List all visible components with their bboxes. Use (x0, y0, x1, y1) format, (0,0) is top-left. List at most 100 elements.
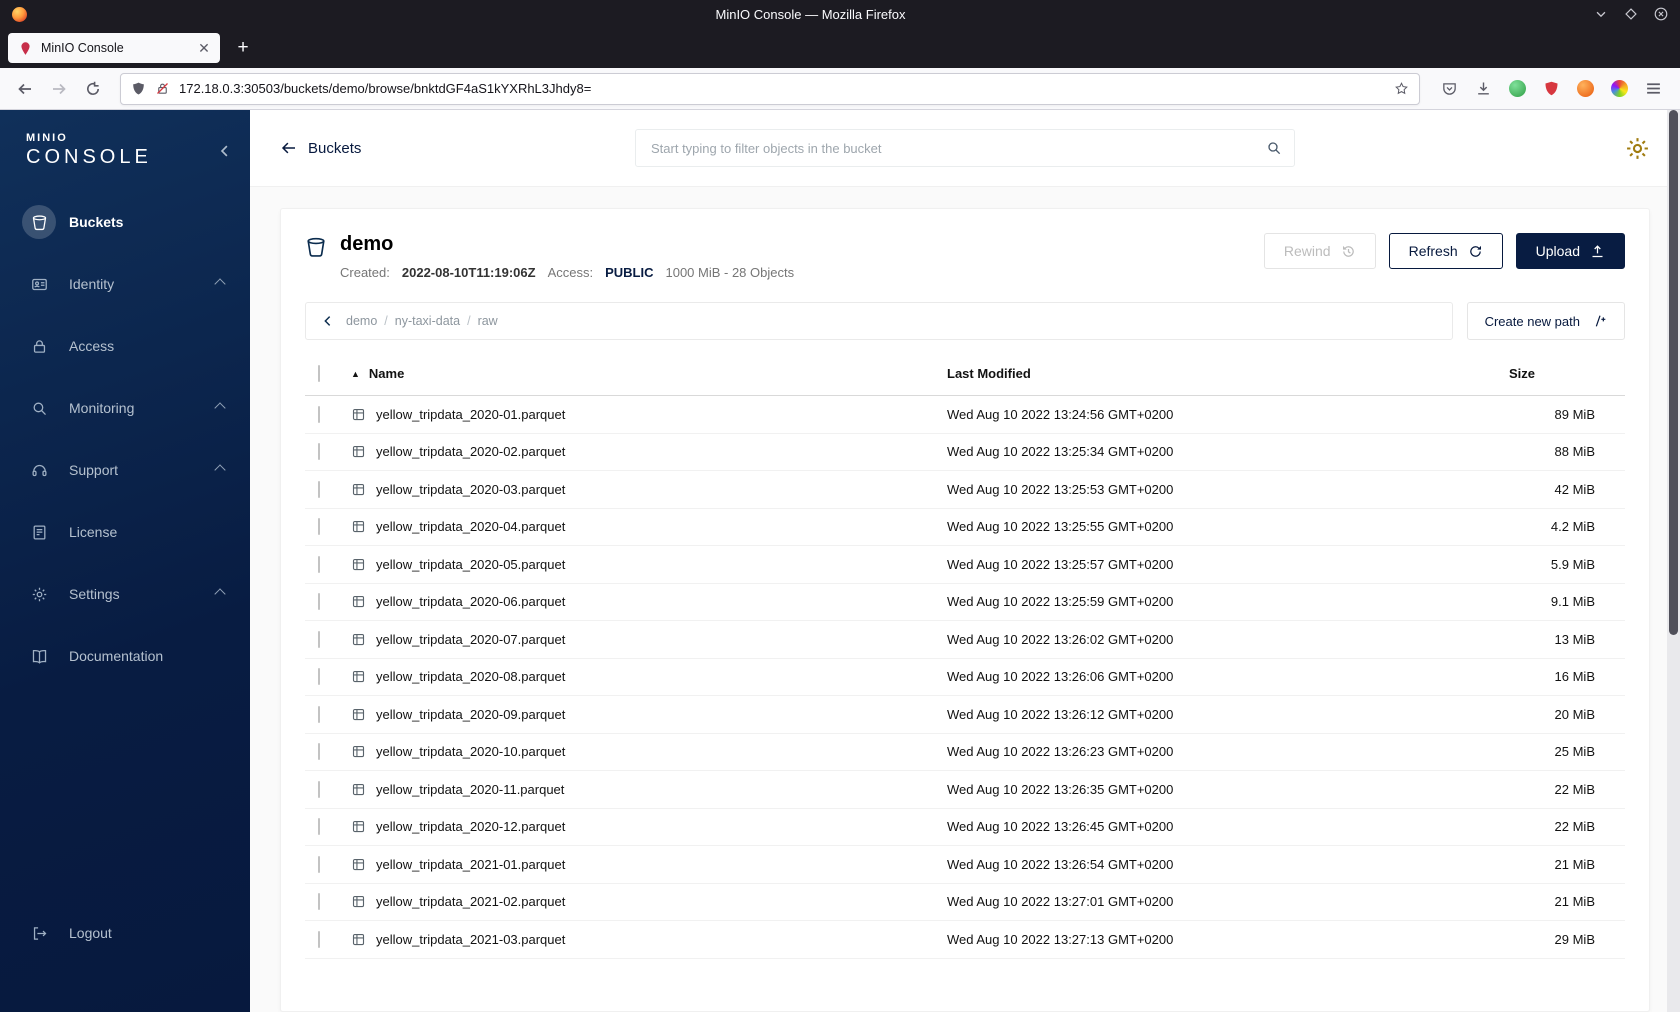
back-button[interactable] (10, 74, 40, 104)
row-checkbox[interactable] (318, 780, 320, 798)
object-name[interactable]: yellow_tripdata_2020-05.parquet (376, 557, 565, 572)
table-row[interactable]: yellow_tripdata_2020-02.parquet Wed Aug … (305, 434, 1625, 471)
sidebar-item-support[interactable]: Support (0, 439, 250, 501)
table-row[interactable]: yellow_tripdata_2020-05.parquet Wed Aug … (305, 546, 1625, 584)
downloads-icon[interactable] (1472, 78, 1494, 100)
rewind-button[interactable]: Rewind (1263, 233, 1376, 269)
upload-button[interactable]: Upload (1515, 233, 1625, 269)
row-checkbox[interactable] (318, 518, 320, 536)
row-checkbox[interactable] (318, 705, 320, 723)
table-row[interactable]: yellow_tripdata_2020-01.parquet Wed Aug … (305, 396, 1625, 434)
pocket-icon[interactable] (1438, 78, 1460, 100)
sidebar-item-license[interactable]: License (0, 501, 250, 563)
page-scrollbar-thumb[interactable] (1669, 110, 1678, 635)
bucket-settings-gear-icon[interactable] (1625, 136, 1650, 161)
sidebar-item-documentation[interactable]: Documentation (0, 625, 250, 687)
row-checkbox[interactable] (318, 930, 320, 948)
row-checkbox[interactable] (318, 855, 320, 873)
extension-icon-orange[interactable] (1574, 78, 1596, 100)
path-back-chevron-icon[interactable] (310, 313, 346, 329)
object-name[interactable]: yellow_tripdata_2020-11.parquet (376, 782, 564, 797)
table-row[interactable]: yellow_tripdata_2020-06.parquet Wed Aug … (305, 584, 1625, 621)
row-checkbox[interactable] (318, 893, 320, 911)
row-checkbox[interactable] (318, 668, 320, 686)
object-name[interactable]: yellow_tripdata_2020-03.parquet (376, 482, 565, 497)
chevron-up-icon (214, 464, 226, 476)
table-row[interactable]: yellow_tripdata_2020-03.parquet Wed Aug … (305, 471, 1625, 509)
sidebar-collapse-chevron-icon[interactable] (216, 142, 234, 165)
table-row[interactable]: yellow_tripdata_2021-03.parquet Wed Aug … (305, 921, 1625, 959)
object-name[interactable]: yellow_tripdata_2020-12.parquet (376, 819, 565, 834)
url-text[interactable]: 172.18.0.3:30503/buckets/demo/browse/bnk… (179, 81, 1385, 96)
table-row[interactable]: yellow_tripdata_2020-12.parquet Wed Aug … (305, 809, 1625, 846)
object-name[interactable]: yellow_tripdata_2020-08.parquet (376, 669, 565, 684)
refresh-button[interactable]: Refresh (1388, 233, 1503, 269)
object-name[interactable]: yellow_tripdata_2021-02.parquet (376, 894, 565, 909)
chevron-up-icon (214, 402, 226, 414)
object-name[interactable]: yellow_tripdata_2020-02.parquet (376, 444, 565, 459)
close-button[interactable] (1654, 7, 1668, 21)
row-checkbox[interactable] (318, 743, 320, 761)
object-name[interactable]: yellow_tripdata_2020-06.parquet (376, 594, 565, 609)
insecure-lock-icon[interactable] (155, 81, 170, 96)
row-checkbox[interactable] (318, 630, 320, 648)
sidebar-item-monitoring[interactable]: Monitoring (0, 377, 250, 439)
url-bar[interactable]: 172.18.0.3:30503/buckets/demo/browse/bnk… (120, 72, 1420, 105)
row-checkbox[interactable] (318, 443, 320, 461)
sidebar-item-settings[interactable]: Settings (0, 563, 250, 625)
row-checkbox[interactable] (318, 555, 320, 573)
column-header-name[interactable]: ▲ Name (351, 366, 947, 381)
table-row[interactable]: yellow_tripdata_2020-09.parquet Wed Aug … (305, 696, 1625, 734)
object-filter-input[interactable] (635, 129, 1295, 167)
new-tab-button[interactable]: + (228, 33, 258, 63)
access-label: Access: (547, 265, 594, 280)
sidebar-item-buckets[interactable]: Buckets (0, 191, 250, 253)
object-name[interactable]: yellow_tripdata_2020-10.parquet (376, 744, 565, 759)
extension-icon-multicolor[interactable] (1608, 78, 1630, 100)
extension-icon-green[interactable] (1506, 78, 1528, 100)
back-to-buckets-link[interactable]: Buckets (280, 139, 361, 157)
table-row[interactable]: yellow_tripdata_2020-04.parquet Wed Aug … (305, 509, 1625, 546)
page-scrollbar[interactable] (1667, 110, 1680, 1012)
tab-title: MinIO Console (41, 41, 124, 55)
tab-minio-console[interactable]: MinIO Console ✕ (8, 33, 220, 63)
reload-button[interactable] (78, 74, 108, 104)
sidebar-item-access[interactable]: Access (0, 315, 250, 377)
row-checkbox[interactable] (318, 405, 320, 423)
forward-button[interactable] (44, 74, 74, 104)
table-row[interactable]: yellow_tripdata_2020-08.parquet Wed Aug … (305, 659, 1625, 696)
sort-ascending-icon: ▲ (351, 368, 360, 379)
tracking-protection-shield-icon[interactable] (131, 81, 146, 96)
breadcrumb-item[interactable]: raw (478, 314, 498, 328)
object-name[interactable]: yellow_tripdata_2020-01.parquet (376, 407, 565, 422)
breadcrumb-item[interactable]: demo (346, 314, 377, 328)
sidebar-item-identity[interactable]: Identity (0, 253, 250, 315)
tab-close-icon[interactable]: ✕ (194, 38, 214, 58)
object-modified: Wed Aug 10 2022 13:26:06 GMT+0200 (947, 669, 1174, 685)
object-name[interactable]: yellow_tripdata_2020-07.parquet (376, 632, 565, 647)
sidebar-item-logout[interactable]: Logout (0, 902, 250, 964)
table-row[interactable]: yellow_tripdata_2021-01.parquet Wed Aug … (305, 846, 1625, 884)
row-checkbox[interactable] (318, 818, 320, 836)
maximize-button[interactable] (1624, 7, 1638, 21)
breadcrumb-item[interactable]: ny-taxi-data (395, 314, 460, 328)
object-name[interactable]: yellow_tripdata_2021-03.parquet (376, 932, 565, 947)
path-box: demo / ny-taxi-data / raw (305, 302, 1453, 340)
row-checkbox[interactable] (318, 593, 320, 611)
row-checkbox[interactable] (318, 480, 320, 498)
object-name[interactable]: yellow_tripdata_2020-04.parquet (376, 519, 565, 534)
table-row[interactable]: yellow_tripdata_2020-07.parquet Wed Aug … (305, 621, 1625, 659)
ublock-shield-icon[interactable] (1540, 78, 1562, 100)
select-all-checkbox[interactable] (318, 365, 320, 382)
table-row[interactable]: yellow_tripdata_2020-11.parquet Wed Aug … (305, 771, 1625, 809)
minimize-button[interactable] (1594, 7, 1608, 21)
parquet-file-icon (351, 632, 366, 647)
create-new-path-button[interactable]: Create new path (1466, 302, 1625, 340)
object-name[interactable]: yellow_tripdata_2020-09.parquet (376, 707, 565, 722)
bookmark-star-icon[interactable] (1394, 81, 1409, 96)
menu-hamburger-icon[interactable] (1642, 78, 1664, 100)
table-row[interactable]: yellow_tripdata_2020-10.parquet Wed Aug … (305, 734, 1625, 771)
table-row[interactable]: yellow_tripdata_2021-02.parquet Wed Aug … (305, 884, 1625, 921)
object-size: 22 MiB (1554, 781, 1595, 797)
object-name[interactable]: yellow_tripdata_2021-01.parquet (376, 857, 565, 872)
